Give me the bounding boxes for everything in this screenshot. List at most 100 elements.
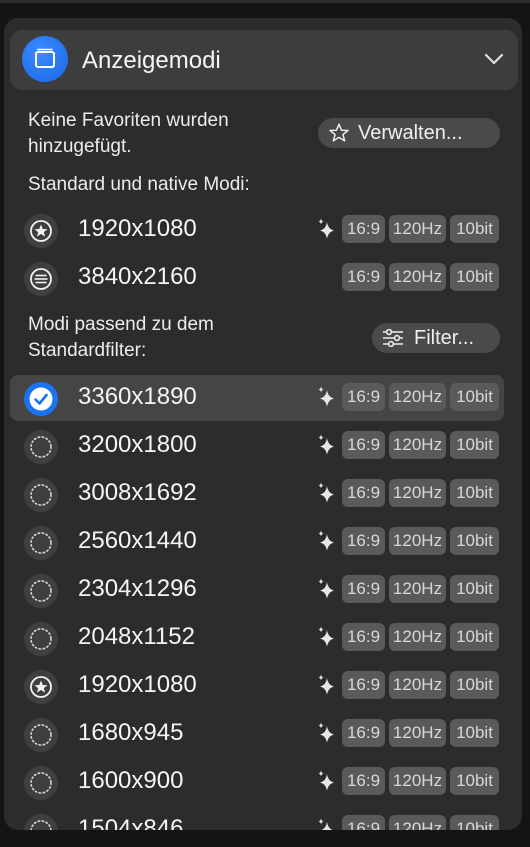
modes-row-3008x1692[interactable]: 3008x1692 16:9 120Hz 10bit — [10, 471, 504, 517]
bitdepth-badge: 10bit — [450, 263, 499, 291]
chevron-down-icon[interactable] — [484, 52, 504, 66]
modes-row-3360x1890[interactable]: 3360x1890 16:9 120Hz 10bit — [10, 375, 504, 421]
dotted-circle-icon — [23, 525, 59, 561]
resolution-label: 1680x945 — [78, 719, 184, 746]
bitdepth-badge: 10bit — [450, 623, 499, 651]
bitdepth-badge: 10bit — [450, 719, 499, 747]
filter-section-title: Modi passend zu dem Standardfilter: — [28, 312, 214, 364]
resolution-label: 2304x1296 — [78, 575, 197, 602]
aspect-badge: 16:9 — [342, 815, 385, 830]
window-top-edge — [0, 0, 530, 3]
refresh-badge: 120Hz — [389, 623, 446, 651]
sparkle-icon — [316, 385, 338, 416]
refresh-badge: 120Hz — [389, 431, 446, 459]
refresh-badge: 120Hz — [389, 719, 446, 747]
filter-label: Filter... — [414, 326, 475, 349]
sparkle-icon — [316, 577, 338, 608]
refresh-badge: 120Hz — [389, 215, 446, 243]
sparkle-icon — [316, 769, 338, 800]
bitdepth-badge: 10bit — [450, 479, 499, 507]
aspect-badge: 16:9 — [342, 215, 385, 243]
bitdepth-badge: 10bit — [450, 215, 499, 243]
bitdepth-badge: 10bit — [450, 671, 499, 699]
aspect-badge: 16:9 — [342, 767, 385, 795]
header-title: Anzeigemodi — [82, 47, 221, 74]
dotted-circle-icon — [23, 621, 59, 657]
no-favorites-text: Keine Favoriten wurden hinzugefügt. — [28, 108, 229, 160]
aspect-badge: 16:9 — [342, 719, 385, 747]
resolution-label: 1920x1080 — [78, 671, 197, 698]
star-outline-icon — [329, 123, 349, 142]
display-modes-header[interactable]: Anzeigemodi — [10, 30, 518, 90]
dotted-circle-icon — [23, 477, 59, 513]
star-circle-icon — [23, 669, 59, 705]
refresh-badge: 120Hz — [389, 575, 446, 603]
modes-row-1504x846[interactable]: 1504x846 16:9 120Hz 10bit — [10, 807, 504, 830]
filter-section-line2: Standardfilter: — [28, 340, 147, 361]
dotted-circle-icon — [23, 573, 59, 609]
no-favorites-line2: hinzugefügt. — [28, 136, 132, 157]
dotted-circle-icon — [23, 813, 59, 830]
resolution-label: 3840x2160 — [78, 263, 197, 290]
refresh-badge: 120Hz — [389, 815, 446, 830]
aspect-badge: 16:9 — [342, 527, 385, 555]
display-modes-panel: Anzeigemodi Keine Favoriten wurden hinzu… — [4, 18, 522, 830]
modes-row-2048x1152[interactable]: 2048x1152 16:9 120Hz 10bit — [10, 615, 504, 661]
modes-row-2304x1296[interactable]: 2304x1296 16:9 120Hz 10bit — [10, 567, 504, 613]
refresh-badge: 120Hz — [389, 263, 446, 291]
aspect-badge: 16:9 — [342, 263, 385, 291]
modes-row-1600x900[interactable]: 1600x900 16:9 120Hz 10bit — [10, 759, 504, 805]
bitdepth-badge: 10bit — [450, 575, 499, 603]
resolution-label: 1600x900 — [78, 767, 184, 794]
resolution-label: 3200x1800 — [78, 431, 197, 458]
sliders-icon — [383, 329, 403, 347]
sparkle-icon — [316, 673, 338, 704]
sparkle-icon — [316, 529, 338, 560]
display-modes-icon — [22, 36, 68, 82]
aspect-badge: 16:9 — [342, 575, 385, 603]
manage-favorites-label: Verwalten... — [358, 121, 463, 144]
refresh-badge: 120Hz — [389, 671, 446, 699]
resolution-label: 1504x846 — [78, 815, 184, 830]
aspect-badge: 16:9 — [342, 383, 385, 411]
modes-row-2560x1440[interactable]: 2560x1440 16:9 120Hz 10bit — [10, 519, 504, 565]
manage-favorites-button[interactable]: Verwalten... — [318, 118, 500, 148]
bitdepth-badge: 10bit — [450, 815, 499, 830]
lines-circle-icon — [23, 261, 59, 297]
filter-section-line1: Modi passend zu dem — [28, 314, 214, 335]
no-favorites-line1: Keine Favoriten wurden — [28, 110, 229, 131]
aspect-badge: 16:9 — [342, 431, 385, 459]
refresh-badge: 120Hz — [389, 767, 446, 795]
bitdepth-badge: 10bit — [450, 527, 499, 555]
check-circle-icon — [23, 381, 59, 417]
bitdepth-badge: 10bit — [450, 431, 499, 459]
resolution-label: 3360x1890 — [78, 383, 197, 410]
aspect-badge: 16:9 — [342, 671, 385, 699]
modes-row-1680x945[interactable]: 1680x945 16:9 120Hz 10bit — [10, 711, 504, 757]
modes-row-1920x1080[interactable]: 1920x1080 16:9 120Hz 10bit — [10, 663, 504, 709]
sparkle-icon — [316, 433, 338, 464]
sparkle-icon — [316, 817, 338, 830]
dotted-circle-icon — [23, 429, 59, 465]
standard_modes-row-3840x2160[interactable]: 3840x2160 16:9 120Hz 10bit — [10, 255, 504, 301]
bitdepth-badge: 10bit — [450, 767, 499, 795]
modes-row-3200x1800[interactable]: 3200x1800 16:9 120Hz 10bit — [10, 423, 504, 469]
standard-section-title: Standard und native Modi: — [28, 174, 250, 195]
standard_modes-row-1920x1080[interactable]: 1920x1080 16:9 120Hz 10bit — [10, 207, 504, 253]
bitdepth-badge: 10bit — [450, 383, 499, 411]
dotted-circle-icon — [23, 765, 59, 801]
aspect-badge: 16:9 — [342, 479, 385, 507]
aspect-badge: 16:9 — [342, 623, 385, 651]
resolution-label: 1920x1080 — [78, 215, 197, 242]
sparkle-icon — [316, 721, 338, 752]
dotted-circle-icon — [23, 717, 59, 753]
resolution-label: 2048x1152 — [78, 623, 195, 650]
star-circle-icon — [23, 213, 59, 249]
resolution-label: 2560x1440 — [78, 527, 197, 554]
sparkle-icon — [316, 481, 338, 512]
sparkle-icon — [316, 217, 338, 248]
refresh-badge: 120Hz — [389, 383, 446, 411]
filter-button[interactable]: Filter... — [372, 323, 500, 353]
refresh-badge: 120Hz — [389, 527, 446, 555]
sparkle-icon — [316, 625, 338, 656]
